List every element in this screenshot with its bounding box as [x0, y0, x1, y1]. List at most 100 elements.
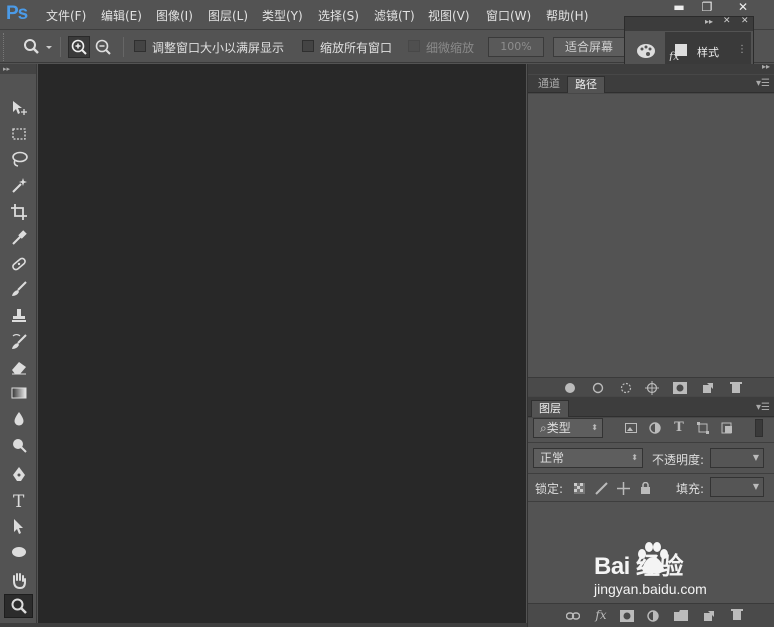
zoom-tool-button[interactable]: [4, 594, 33, 618]
load-selection-icon[interactable]: [619, 381, 633, 394]
marquee-tool-button[interactable]: [4, 122, 33, 146]
tab-channels[interactable]: 通道: [531, 76, 567, 93]
hand-tool-button[interactable]: [4, 568, 33, 592]
marquee-tool-icon: [11, 128, 26, 140]
group-folder-icon[interactable]: [674, 609, 688, 622]
fit-screen-button[interactable]: 适合屏幕: [553, 37, 625, 57]
close-button[interactable]: ✕: [730, 0, 756, 16]
tab-layers[interactable]: 图层: [531, 400, 569, 417]
panel-menu-icon[interactable]: ▾☰: [756, 78, 770, 89]
zoom-all-windows-label: 缩放所有窗口: [320, 41, 393, 55]
zoom-all-windows-checkbox[interactable]: [302, 40, 314, 52]
ellipse-tool-button[interactable]: [4, 540, 33, 564]
search-icon: ⌕: [540, 421, 547, 435]
add-mask-icon[interactable]: [673, 381, 687, 394]
floating-panel-titlebar[interactable]: ▸▸ ✕ ✕: [625, 16, 753, 31]
zoom-out-icon: [95, 39, 111, 55]
gradient-tool-button[interactable]: [4, 381, 33, 405]
panel-dock-grip[interactable]: ▸▸: [528, 62, 774, 74]
menu-help[interactable]: 帮助(H): [546, 7, 588, 24]
smart-object-filter-icon[interactable]: [720, 421, 734, 435]
shape-layer-filter-icon[interactable]: [696, 421, 710, 435]
document-canvas-area[interactable]: [38, 64, 526, 623]
zoom-tool-icon: [11, 598, 27, 614]
close-icon[interactable]: ✕: [741, 16, 749, 26]
collapse-icon[interactable]: ▸▸: [705, 17, 713, 26]
pixel-layer-filter-icon[interactable]: [624, 421, 638, 435]
fill-input[interactable]: ▼: [710, 477, 764, 497]
brush-tool-button[interactable]: [4, 277, 33, 301]
move-tool-button[interactable]: [4, 96, 33, 120]
delete-path-icon[interactable]: [729, 381, 743, 394]
zoom-in-icon: [71, 39, 87, 55]
menu-view[interactable]: 视图(V): [428, 7, 470, 24]
blend-mode-select[interactable]: 正常 ⬍: [533, 448, 643, 468]
healing-brush-icon: [11, 257, 26, 271]
adjustment-icon[interactable]: [646, 609, 660, 622]
resize-windows-checkbox[interactable]: [134, 40, 146, 52]
eyedropper-button[interactable]: [4, 226, 33, 250]
close-icon[interactable]: ✕: [723, 16, 731, 26]
panel-menu-icon[interactable]: ⋮: [737, 44, 747, 55]
type-layer-filter-icon[interactable]: T: [672, 420, 686, 435]
menu-edit[interactable]: 编辑(E): [101, 7, 142, 24]
options-grip[interactable]: [3, 33, 8, 61]
layer-filter-select[interactable]: ⌕类型 ⬍: [533, 418, 603, 438]
menu-image[interactable]: 图像(I): [156, 7, 193, 24]
new-layer-icon[interactable]: [702, 609, 716, 622]
dodge-tool-button[interactable]: [4, 433, 33, 457]
minimize-button[interactable]: ▬: [666, 0, 692, 16]
blur-tool-icon: [14, 412, 23, 426]
magic-wand-button[interactable]: [4, 173, 33, 197]
lasso-tool-button[interactable]: [4, 147, 33, 171]
zoom-out-button[interactable]: [93, 37, 113, 60]
clone-stamp-button[interactable]: [4, 304, 33, 328]
path-selection-button[interactable]: [4, 514, 33, 538]
adjustment-layer-filter-icon[interactable]: [648, 421, 662, 435]
healing-brush-button[interactable]: [4, 252, 33, 276]
chevron-updown-icon: ⬍: [591, 423, 598, 432]
add-mask-icon[interactable]: [620, 609, 634, 622]
stroke-path-icon[interactable]: [591, 381, 605, 394]
magic-wand-icon: [11, 178, 27, 193]
chevron-down-icon: ▼: [752, 453, 759, 462]
lock-transparent-pixels-icon[interactable]: [572, 481, 586, 495]
opacity-label: 不透明度:: [652, 453, 705, 467]
chevron-down-icon: ▼: [752, 482, 759, 491]
gradient-tool-icon: [11, 387, 26, 399]
type-tool-button[interactable]: T: [4, 488, 33, 512]
menu-type[interactable]: 类型(Y): [262, 7, 303, 24]
delete-layer-icon[interactable]: [730, 608, 744, 621]
lock-position-icon[interactable]: [616, 481, 630, 495]
tab-paths[interactable]: 路径: [567, 76, 605, 93]
new-path-icon[interactable]: [701, 381, 715, 394]
fx-styles-icon: fx: [669, 44, 687, 61]
maximize-button[interactable]: ❐: [694, 0, 720, 16]
blur-tool-button[interactable]: [4, 407, 33, 431]
lock-all-icon[interactable]: [638, 481, 652, 495]
menu-layer[interactable]: 图层(L): [208, 7, 248, 24]
history-brush-button[interactable]: [4, 330, 33, 354]
fx-icon[interactable]: fx: [594, 608, 608, 622]
opacity-input[interactable]: ▼: [710, 448, 764, 468]
filter-toggle-switch[interactable]: [755, 419, 763, 437]
toolbar-collapse-icon[interactable]: ▸▸: [0, 64, 36, 74]
menu-file[interactable]: 文件(F): [46, 7, 86, 24]
zoom-in-button[interactable]: [68, 36, 90, 58]
svg-text:T: T: [13, 492, 25, 509]
menu-filter[interactable]: 滤镜(T): [374, 7, 415, 24]
link-layers-icon[interactable]: [566, 609, 580, 622]
pen-tool-button[interactable]: [4, 462, 33, 486]
zoom-preset-icon[interactable]: [22, 37, 52, 60]
fill-label: 填充:: [676, 482, 705, 496]
make-work-path-icon[interactable]: [645, 380, 659, 395]
menu-window[interactable]: 窗口(W): [486, 7, 531, 24]
lock-image-pixels-icon[interactable]: [594, 481, 608, 495]
panel-menu-icon[interactable]: ▾☰: [756, 402, 770, 413]
crop-tool-button[interactable]: [4, 200, 33, 224]
menu-select[interactable]: 选择(S): [318, 7, 359, 24]
paths-list[interactable]: [528, 94, 774, 377]
fill-path-icon[interactable]: [563, 381, 577, 394]
eraser-button[interactable]: [4, 355, 33, 379]
collapse-icon[interactable]: ▸▸: [762, 62, 770, 71]
